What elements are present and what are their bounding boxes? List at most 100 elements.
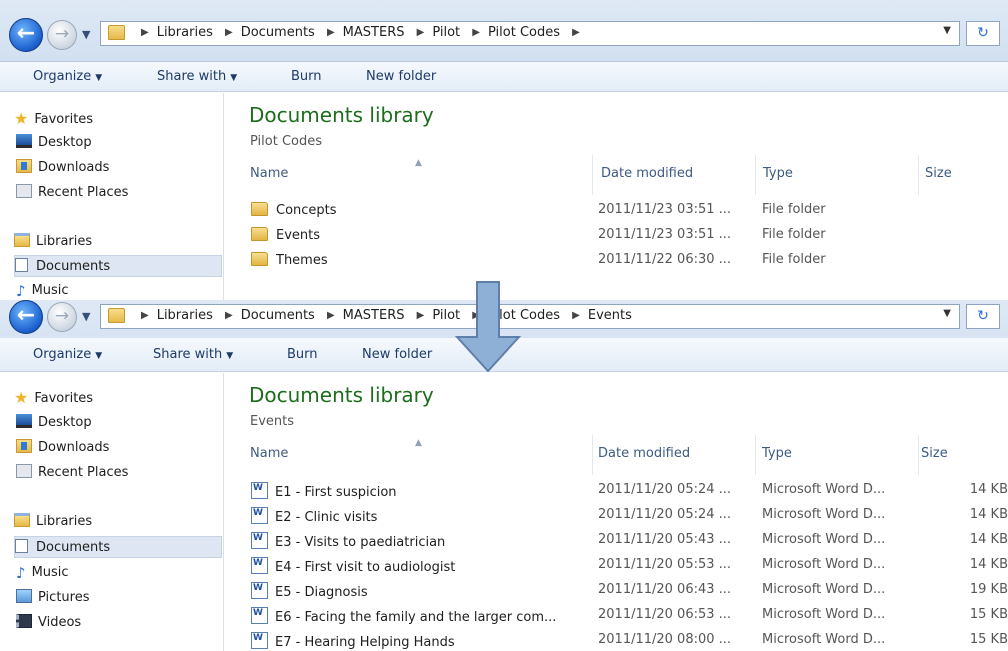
file-type: Microsoft Word D...	[762, 557, 886, 572]
forward-button[interactable]: →	[47, 20, 77, 50]
file-row[interactable]: Events 2011/11/23 03:51 ... File folder	[225, 224, 1008, 248]
downloads-icon	[16, 159, 32, 173]
burn-button[interactable]: Burn	[287, 347, 318, 362]
nav-downloads[interactable]: Downloads	[16, 437, 109, 459]
refresh-button[interactable]: ↻	[966, 21, 1000, 46]
file-date: 2011/11/20 06:43 ...	[598, 582, 732, 597]
down-arrow-shape	[455, 281, 521, 373]
back-button[interactable]: ←	[9, 300, 43, 334]
navigation-pane: ★ Favorites Desktop Downloads Recent Plac…	[0, 93, 224, 300]
file-date: 2011/11/23 03:51 ...	[598, 202, 732, 217]
refresh-button[interactable]: ↻	[966, 304, 1000, 329]
file-row[interactable]: E4 - First visit to audiologist 2011/11/…	[225, 554, 1008, 578]
column-divider[interactable]	[918, 435, 919, 475]
recent-pages-button[interactable]: ▼	[82, 310, 90, 323]
file-name: E4 - First visit to audiologist	[275, 560, 456, 575]
breadcrumb-documents[interactable]: Documents	[241, 25, 315, 40]
file-list-pane: Documents library Events ▲ Name Date mod…	[225, 373, 1008, 651]
breadcrumb-pilot[interactable]: Pilot	[432, 25, 460, 40]
file-name: Themes	[276, 253, 328, 268]
back-arrow-icon: ←	[16, 21, 36, 46]
new-folder-button[interactable]: New folder	[362, 347, 432, 362]
file-size: 14 KB	[969, 482, 1008, 497]
share-with-menu[interactable]: Share with ▼	[153, 347, 233, 362]
library-title: Documents library	[249, 383, 434, 407]
file-row[interactable]: E5 - Diagnosis 2011/11/20 06:43 ... Micr…	[225, 579, 1008, 603]
file-type: Microsoft Word D...	[762, 507, 886, 522]
address-bar[interactable]: ▶Libraries ▶Documents ▶MASTERS ▶Pilot ▶P…	[100, 304, 960, 329]
libraries-icon	[14, 513, 30, 527]
address-bar[interactable]: ▶Libraries ▶Documents ▶MASTERS ▶Pilot ▶P…	[100, 21, 960, 46]
nav-libraries[interactable]: Libraries	[14, 511, 92, 533]
nav-favorites[interactable]: ★ Favorites	[14, 387, 93, 409]
star-icon: ★	[14, 109, 29, 128]
file-type: Microsoft Word D...	[762, 532, 886, 547]
nav-videos[interactable]: Videos	[16, 612, 81, 634]
file-row[interactable]: E7 - Hearing Helping Hands 2011/11/20 08…	[225, 629, 1008, 651]
nav-desktop[interactable]: Desktop	[16, 412, 92, 434]
recent-places-icon	[16, 464, 32, 478]
column-header-date-modified[interactable]: Date modified	[601, 166, 693, 181]
share-with-menu[interactable]: Share with ▼	[157, 69, 237, 84]
nav-desktop[interactable]: Desktop	[16, 132, 92, 154]
breadcrumb-libraries[interactable]: Libraries	[157, 25, 213, 40]
column-divider[interactable]	[592, 155, 593, 195]
file-name: E6 - Facing the family and the larger co…	[275, 610, 557, 625]
column-divider[interactable]	[755, 155, 756, 195]
nav-favorites[interactable]: ★ Favorites	[14, 108, 93, 130]
column-header-name[interactable]: Name	[250, 446, 288, 461]
column-header-type[interactable]: Type	[762, 446, 792, 461]
address-bar-row: ← → ▼ ▶ Libraries ▶ Documents ▶ MASTERS ▶ Pi…	[0, 0, 1008, 62]
nav-documents[interactable]: Documents	[14, 255, 222, 277]
column-header-date-modified[interactable]: Date modified	[598, 446, 690, 461]
file-row[interactable]: Concepts 2011/11/23 03:51 ... File folde…	[225, 199, 1008, 223]
chevron-down-icon: ▼	[230, 73, 238, 83]
file-date: 2011/11/23 03:51 ...	[598, 227, 732, 242]
file-type: Microsoft Word D...	[762, 582, 886, 597]
nav-pictures[interactable]: Pictures	[16, 587, 89, 609]
breadcrumb-documents[interactable]: Documents	[241, 308, 315, 323]
file-row[interactable]: E6 - Facing the family and the larger co…	[225, 604, 1008, 628]
column-header-size[interactable]: Size	[925, 166, 952, 181]
word-document-icon	[251, 557, 268, 574]
breadcrumb-events[interactable]: Events	[588, 308, 632, 323]
new-folder-button[interactable]: New folder	[366, 69, 436, 84]
column-divider[interactable]	[592, 435, 593, 475]
nav-libraries[interactable]: Libraries	[14, 231, 92, 253]
burn-button[interactable]: Burn	[291, 69, 322, 84]
nav-recent-places[interactable]: Recent Places	[16, 462, 128, 484]
breadcrumb-libraries[interactable]: Libraries	[157, 308, 213, 323]
column-header-size[interactable]: Size	[921, 446, 948, 461]
column-header-name[interactable]: Name	[250, 166, 288, 181]
breadcrumb-separator-icon[interactable]: ▶	[572, 27, 580, 38]
organize-menu[interactable]: Organize ▼	[33, 347, 102, 362]
nav-recent-places[interactable]: Recent Places	[16, 182, 128, 204]
address-dropdown-icon[interactable]: ▼	[943, 308, 951, 319]
column-divider[interactable]	[755, 435, 756, 475]
file-row[interactable]: E1 - First suspicion 2011/11/20 05:24 ..…	[225, 479, 1008, 503]
breadcrumb-masters[interactable]: MASTERS	[343, 308, 405, 323]
breadcrumb-separator-icon: ▶	[326, 27, 335, 38]
file-row[interactable]: Themes 2011/11/22 06:30 ... File folder	[225, 249, 1008, 273]
forward-button[interactable]: →	[47, 302, 77, 332]
library-title: Documents library	[249, 103, 434, 127]
nav-music[interactable]: ♪ Music	[16, 562, 69, 584]
file-row[interactable]: E3 - Visits to paediatrician 2011/11/20 …	[225, 529, 1008, 553]
address-dropdown-icon[interactable]: ▼	[943, 25, 951, 36]
back-button[interactable]: ←	[9, 18, 43, 52]
nav-documents[interactable]: Documents	[14, 536, 222, 558]
breadcrumb-masters[interactable]: MASTERS	[343, 25, 405, 40]
file-type: File folder	[762, 227, 826, 242]
file-name: Events	[276, 228, 321, 243]
recent-pages-button[interactable]: ▼	[82, 28, 90, 41]
breadcrumb-pilot-codes[interactable]: Pilot Codes	[488, 25, 560, 40]
file-name: E3 - Visits to paediatrician	[275, 535, 446, 550]
command-bar: Organize ▼ Share with ▼ Burn New folder	[0, 62, 1008, 92]
organize-menu[interactable]: Organize ▼	[33, 69, 102, 84]
column-header-type[interactable]: Type	[763, 166, 793, 181]
file-row[interactable]: E2 - Clinic visits 2011/11/20 05:24 ... …	[225, 504, 1008, 528]
column-divider[interactable]	[918, 155, 919, 195]
nav-downloads[interactable]: Downloads	[16, 157, 109, 179]
nav-music[interactable]: ♪ Music	[16, 280, 69, 300]
star-icon: ★	[14, 388, 29, 407]
